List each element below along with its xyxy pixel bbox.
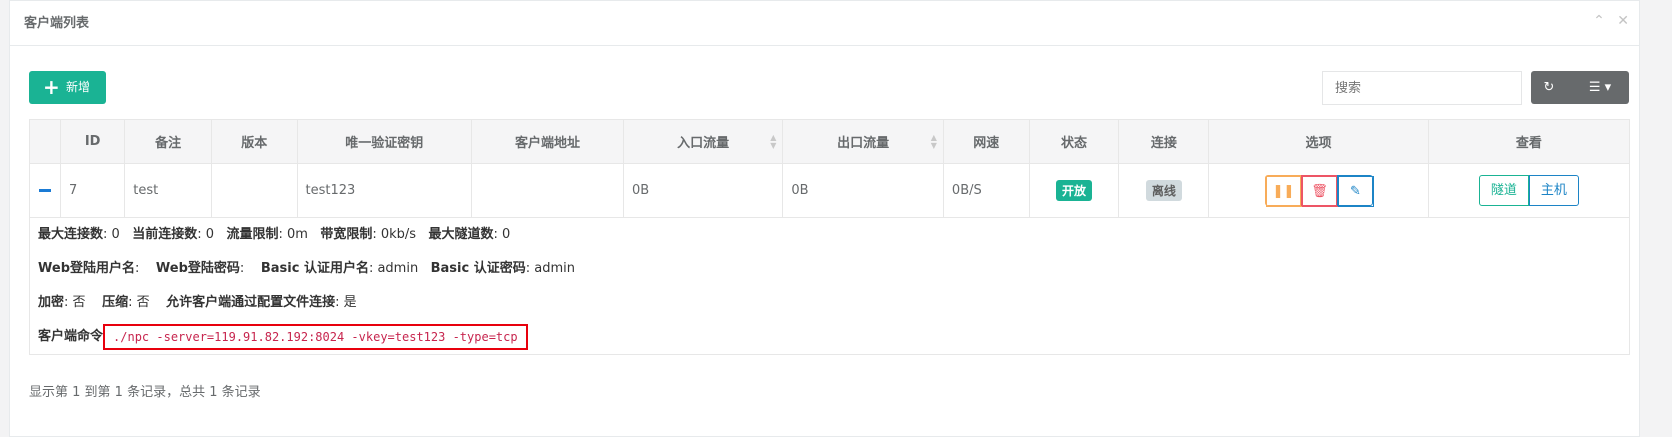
delete-button[interactable]: 🗑 (1300, 175, 1338, 207)
plus-icon: + (43, 75, 60, 99)
cell-connection: 离线 (1118, 163, 1210, 218)
detail-row: 最大连接数: 0 当前连接数: 0 流量限制: 0m 带宽限制: 0kb/s 最… (29, 217, 1630, 355)
allow-conf-value: : 是 (335, 295, 357, 310)
minus-icon (39, 189, 52, 192)
sort-icon: ▲ ▼ (770, 133, 777, 150)
cell-remark: test (124, 163, 212, 218)
chevron-up-icon[interactable]: ⌃ (1593, 13, 1605, 29)
trash-icon: 🗑 (1301, 176, 1338, 207)
list-columns-icon[interactable]: ☰ ▾ (1571, 71, 1629, 104)
cell-view: 隧道 主机 (1427, 163, 1631, 218)
table-header-row: ID 备注 版本 唯一验证密钥 客户端地址 入口流量 ▲ ▼ 出口流量 ▲ ▼ 网速 状… (28, 119, 1631, 164)
table-tools-group: ↻ ☰ ▾ (1531, 71, 1629, 104)
max-tunnel-value: : 0 (493, 227, 511, 242)
search-input[interactable] (1322, 71, 1522, 105)
cell-id: 7 (60, 163, 126, 218)
basic-pass-value: : admin (525, 261, 575, 276)
cell-out-flow: 0B (782, 163, 944, 218)
cmd-label: 客户端命令 (38, 329, 104, 344)
detail-line-options: 加密: 否 压缩: 否 允许客户端通过配置文件连接: 是 (31, 286, 1629, 320)
panel-title: 客户端列表 (24, 16, 90, 31)
detail-cell: 最大连接数: 0 当前连接数: 0 流量限制: 0m 带宽限制: 0kb/s 最… (29, 217, 1630, 355)
cell-in-flow: 0B (622, 163, 784, 218)
basic-user-label: Basic 认证用户名 (260, 261, 369, 276)
compress-label: 压缩 (102, 295, 129, 310)
pagination-summary: 显示第 1 到第 1 条记录，总共 1 条记录 (29, 385, 261, 400)
web-user-value: : (135, 261, 140, 276)
header-address[interactable]: 客户端地址 (470, 119, 624, 164)
cell-version (210, 163, 298, 218)
crypt-value: : 否 (64, 295, 86, 310)
status-badge: 开放 (1055, 180, 1092, 201)
basic-pass-label: Basic 认证密码 (430, 261, 526, 276)
max-conn-value: : 0 (103, 227, 120, 242)
allow-conf-label: 允许客户端通过配置文件连接 (166, 295, 336, 310)
detail-line-limits: 最大连接数: 0 当前连接数: 0 流量限制: 0m 带宽限制: 0kb/s 最… (31, 219, 1629, 253)
connection-badge: 离线 (1145, 180, 1182, 201)
collapse-row-toggle[interactable] (28, 163, 62, 218)
cell-status: 开放 (1028, 163, 1120, 218)
web-pass-value: : (239, 261, 245, 276)
panel-tools: ⌃ ✕ (1585, 13, 1629, 29)
client-command-code[interactable]: ./npc -server=119.91.82.192:8024 -vkey=t… (103, 323, 528, 350)
cell-speed: 0B/S (942, 163, 1030, 218)
detail-line-auth: Web登陆用户名: Web登陆密码: Basic 认证用户名: admin Ba… (31, 252, 1629, 286)
table-row: 7 test test123 0B 0B 0B/S 开放 离线 ❚❚ 🗑 ✎ 隧… (28, 163, 1631, 218)
panel-header: 客户端列表 ⌃ ✕ (10, 1, 1639, 46)
bw-limit-value: : 0kb/s (372, 227, 417, 242)
flow-limit-value: : 0m (278, 227, 308, 242)
detail-line-command: 客户端命令 ./npc -server=119.91.82.192:8024 -v… (31, 320, 1629, 354)
header-connection[interactable]: 连接 (1118, 119, 1210, 164)
web-pass-label: Web登陆密码 (155, 261, 240, 276)
close-icon[interactable]: ✕ (1617, 13, 1629, 29)
client-list-panel: 客户端列表 ⌃ ✕ + 新增 ↻ ☰ ▾ ID 备注 版本 唯一验证密钥 客户端… (9, 0, 1640, 437)
sort-icon: ▲ ▼ (930, 133, 937, 150)
header-in-flow[interactable]: 入口流量 ▲ ▼ (622, 119, 784, 164)
edit-button[interactable]: ✎ (1336, 175, 1374, 207)
header-in-flow-label: 入口流量 (677, 136, 730, 151)
crypt-label: 加密 (38, 295, 65, 310)
header-expand (28, 119, 62, 164)
cell-address (470, 163, 624, 218)
cell-vkey: test123 (296, 163, 472, 218)
compress-value: : 否 (128, 295, 150, 310)
header-out-flow[interactable]: 出口流量 ▲ ▼ (782, 119, 944, 164)
pause-icon: ❚❚ (1265, 176, 1302, 207)
header-remark[interactable]: 备注 (124, 119, 212, 164)
view-host-button[interactable]: 主机 (1528, 175, 1579, 206)
header-id[interactable]: ID (60, 119, 126, 164)
add-button-label: 新增 (66, 80, 91, 94)
cur-conn-value: : 0 (197, 227, 215, 242)
add-client-button[interactable]: + 新增 (29, 71, 106, 104)
max-conn-label: 最大连接数 (38, 227, 104, 242)
options-group: ❚❚ 🗑 ✎ (1264, 175, 1374, 207)
max-tunnel-label: 最大隧道数 (428, 227, 494, 242)
web-user-label: Web登陆用户名 (38, 261, 135, 276)
header-speed[interactable]: 网速 (942, 119, 1030, 164)
header-version[interactable]: 版本 (210, 119, 298, 164)
header-options: 选项 (1208, 119, 1429, 164)
cur-conn-label: 当前连接数 (132, 227, 198, 242)
view-group: 隧道 主机 (1478, 175, 1579, 206)
cell-options: ❚❚ 🗑 ✎ (1208, 163, 1429, 218)
refresh-icon[interactable]: ↻ (1531, 71, 1567, 104)
view-tunnel-button[interactable]: 隧道 (1478, 175, 1529, 206)
pause-button[interactable]: ❚❚ (1264, 175, 1302, 207)
client-table: ID 备注 版本 唯一验证密钥 客户端地址 入口流量 ▲ ▼ 出口流量 ▲ ▼ 网速 状… (28, 119, 1631, 355)
edit-icon: ✎ (1337, 176, 1374, 207)
header-view: 查看 (1427, 119, 1631, 164)
header-out-flow-label: 出口流量 (837, 136, 890, 151)
basic-user-value: : admin (368, 261, 419, 276)
header-status[interactable]: 状态 (1028, 119, 1120, 164)
bw-limit-label: 带宽限制 (320, 227, 373, 242)
flow-limit-label: 流量限制 (226, 227, 279, 242)
header-vkey[interactable]: 唯一验证密钥 (296, 119, 472, 164)
